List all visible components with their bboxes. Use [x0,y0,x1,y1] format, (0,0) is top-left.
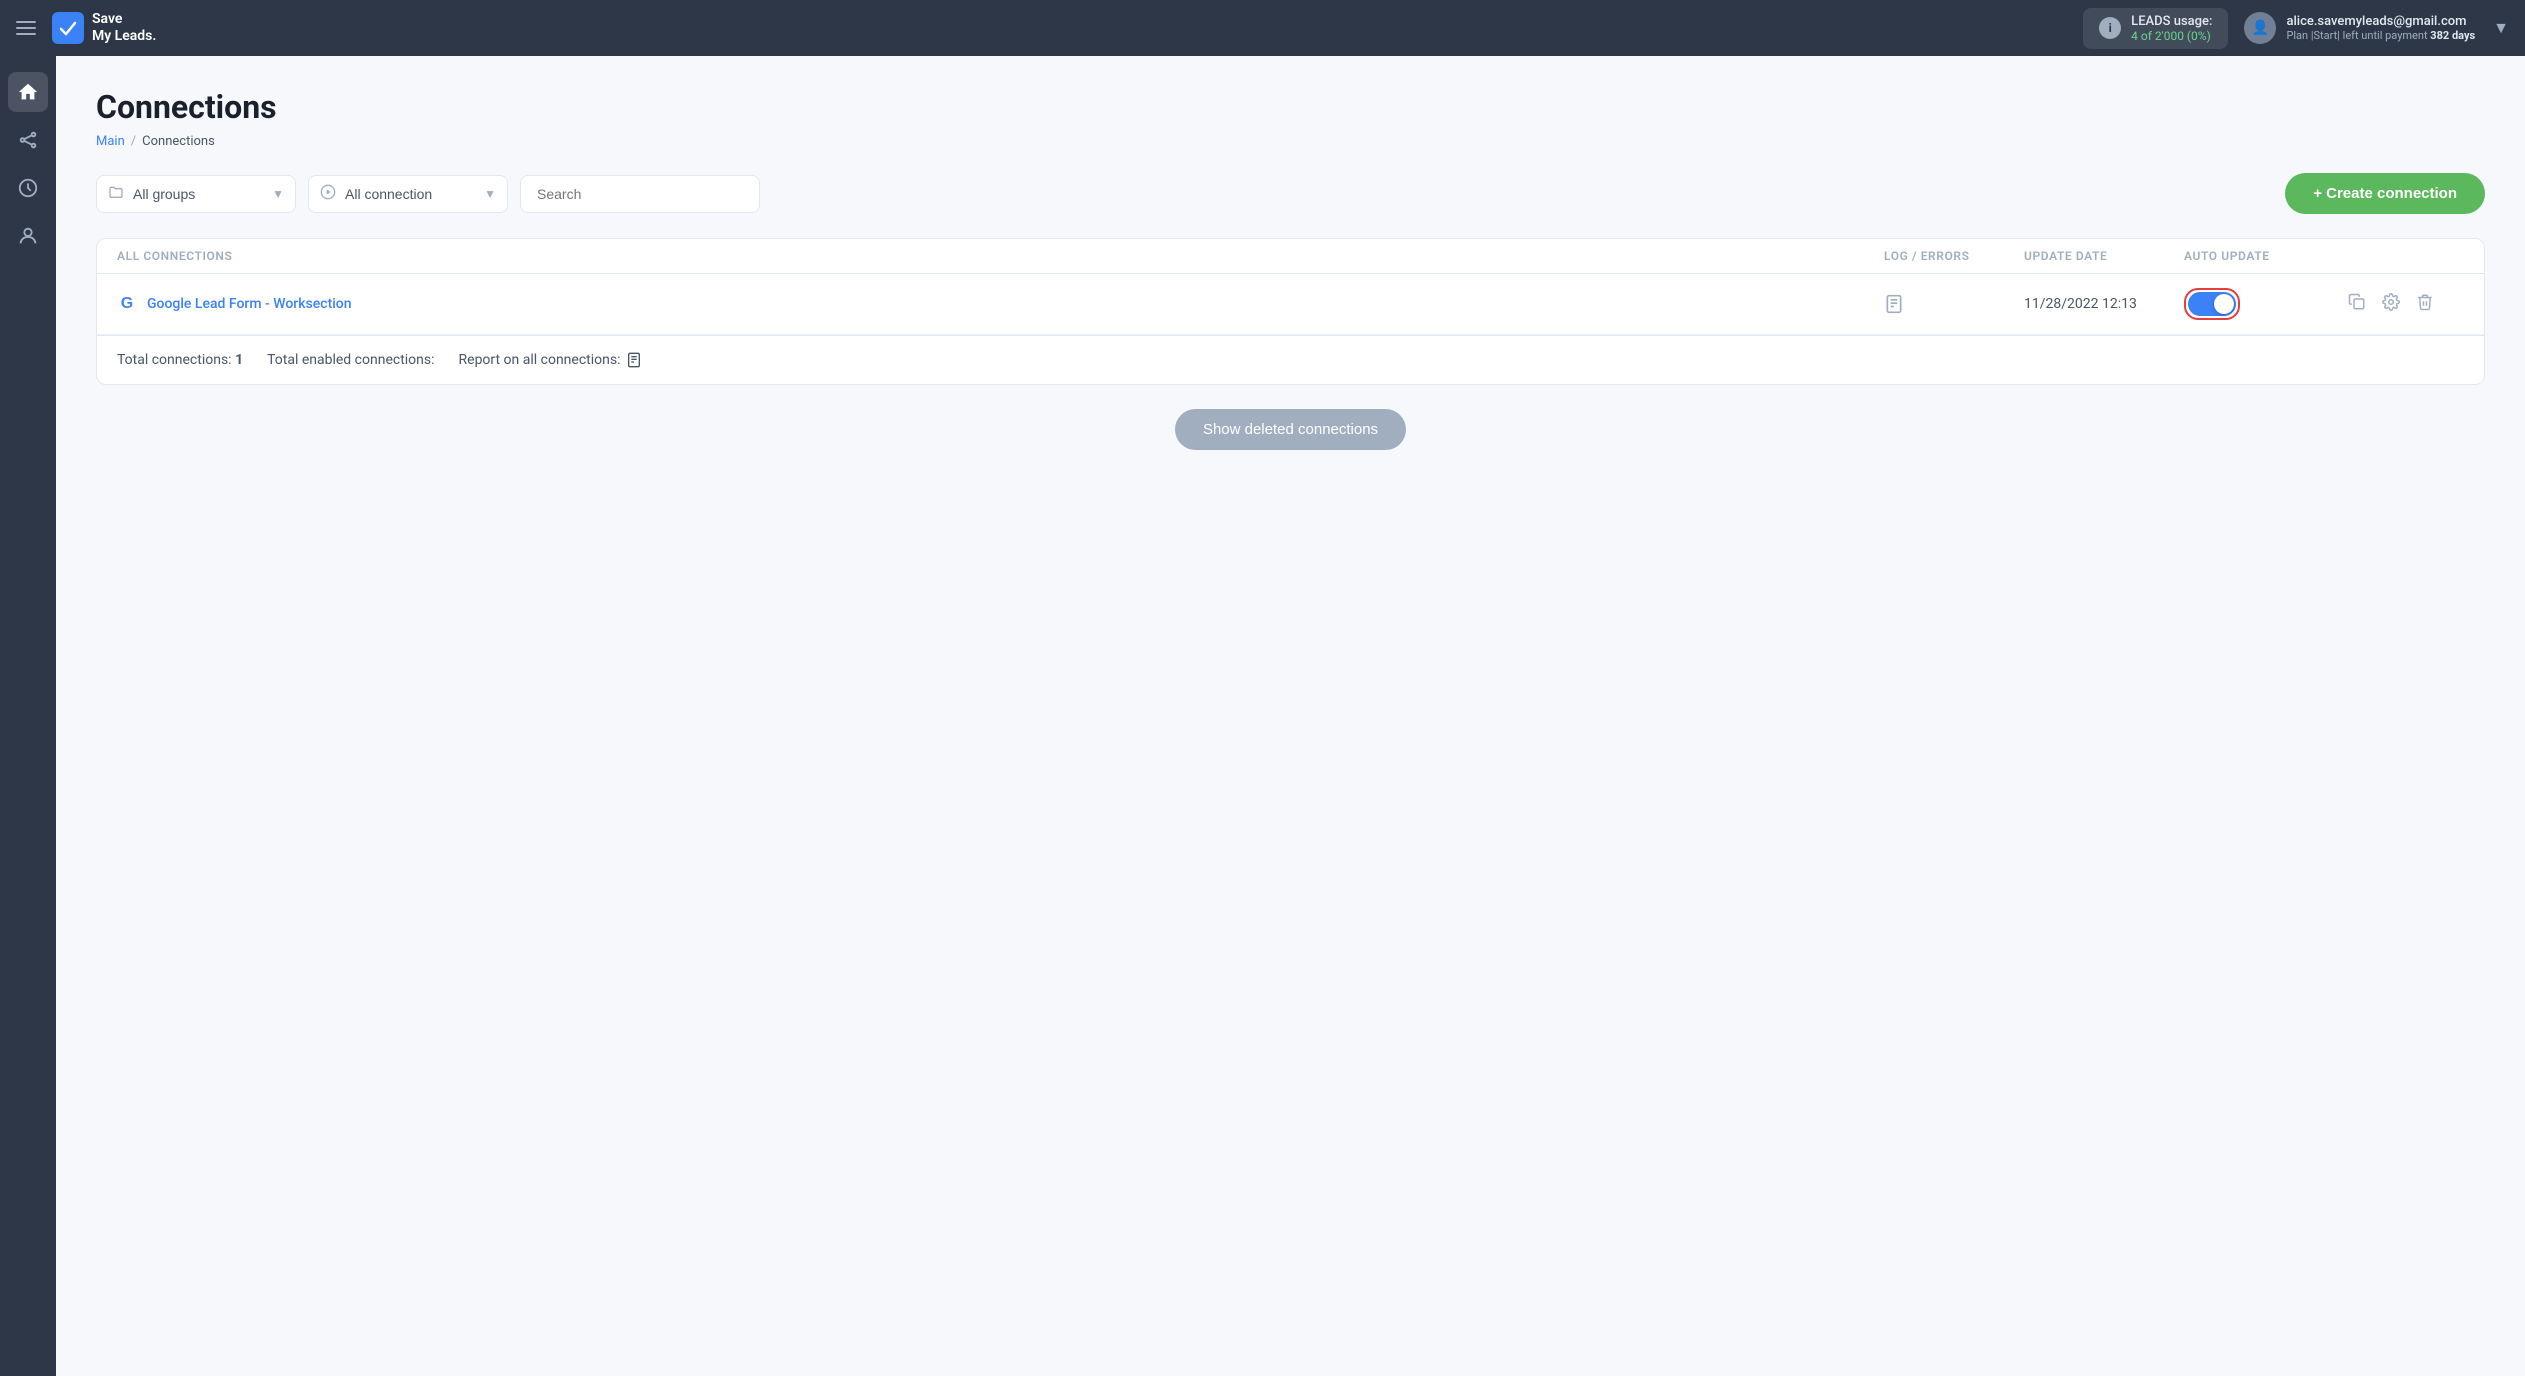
search-wrapper [520,175,760,213]
table-footer: Total connections: 1 Total enabled conne… [97,335,2484,384]
app-name: Save My Leads. [92,11,156,45]
app-logo: Save My Leads. [52,11,156,45]
sidebar-item-home[interactable] [8,72,48,112]
groups-dropdown-wrapper: All groups ▼ [96,175,296,213]
header-actions [2344,249,2464,263]
avatar: 👤 [2244,12,2276,44]
connection-name-link[interactable]: G Google Lead Form - Worksection [117,294,1884,314]
info-icon: i [2099,17,2121,39]
google-icon: G [117,294,137,314]
connections-table: ALL CONNECTIONS LOG / ERRORS UPDATE DATE… [96,238,2485,385]
hamburger-menu[interactable] [16,18,36,38]
search-input[interactable] [520,175,760,213]
header-log-errors: LOG / ERRORS [1884,249,2024,263]
breadcrumb-separator: / [131,134,136,149]
user-menu-chevron[interactable]: ▼ [2493,18,2509,38]
sidebar-item-billing[interactable] [8,168,48,208]
create-connection-button[interactable]: + Create connection [2285,173,2485,214]
breadcrumb: Main / Connections [96,134,2485,149]
connection-filter-wrapper: All connection ▼ [308,175,508,213]
leads-usage: i LEADS usage: 4 of 2'000 (0%) [2083,8,2228,49]
breadcrumb-current: Connections [142,134,215,149]
toolbar: All groups ▼ All connection ▼ [96,173,2485,214]
header-connections: ALL CONNECTIONS [117,249,1884,263]
layout: Connections Main / Connections All group… [0,56,2525,1376]
total-enabled-label: Total enabled connections: [267,352,434,368]
breadcrumb-main-link[interactable]: Main [96,134,125,149]
sidebar-item-account[interactable] [8,216,48,256]
navbar-center: i LEADS usage: 4 of 2'000 (0%) 👤 alice.s… [2083,8,2509,49]
report-link[interactable]: Report on all connections: [459,352,643,368]
connection-filter-select[interactable]: All connection [308,175,508,213]
main-content: Connections Main / Connections All group… [56,56,2525,1376]
groups-select[interactable]: All groups [96,175,296,213]
toggle-knob [2214,294,2234,314]
logo-icon [52,12,84,44]
leads-usage-text: LEADS usage: 4 of 2'000 (0%) [2131,14,2212,43]
show-deleted-button[interactable]: Show deleted connections [1175,409,1406,450]
auto-update-toggle-container [2184,288,2240,320]
delete-icon[interactable] [2412,289,2438,319]
navbar: Save My Leads. i LEADS usage: 4 of 2'000… [0,0,2525,56]
auto-update-cell [2184,288,2344,320]
navbar-user: 👤 alice.savemyleads@gmail.com Plan |Star… [2244,12,2509,44]
table-row: G Google Lead Form - Worksection 11/28/2… [97,274,2484,335]
sidebar [0,56,56,1376]
page-title: Connections [96,88,2485,126]
header-auto-update: AUTO UPDATE [2184,249,2344,263]
settings-icon[interactable] [2378,289,2404,319]
show-deleted-container: Show deleted connections [96,409,2485,450]
auto-update-toggle[interactable] [2188,292,2236,316]
row-actions [2344,289,2464,319]
update-date: 11/28/2022 12:13 [2024,296,2184,312]
duplicate-icon[interactable] [2344,289,2370,319]
table-header: ALL CONNECTIONS LOG / ERRORS UPDATE DATE… [97,239,2484,274]
user-info: alice.savemyleads@gmail.com Plan |Start|… [2286,14,2475,42]
total-connections-label: Total connections: 1 [117,352,243,368]
header-update-date: UPDATE DATE [2024,249,2184,263]
sidebar-item-connections[interactable] [8,120,48,160]
log-icon[interactable] [1884,294,2024,314]
